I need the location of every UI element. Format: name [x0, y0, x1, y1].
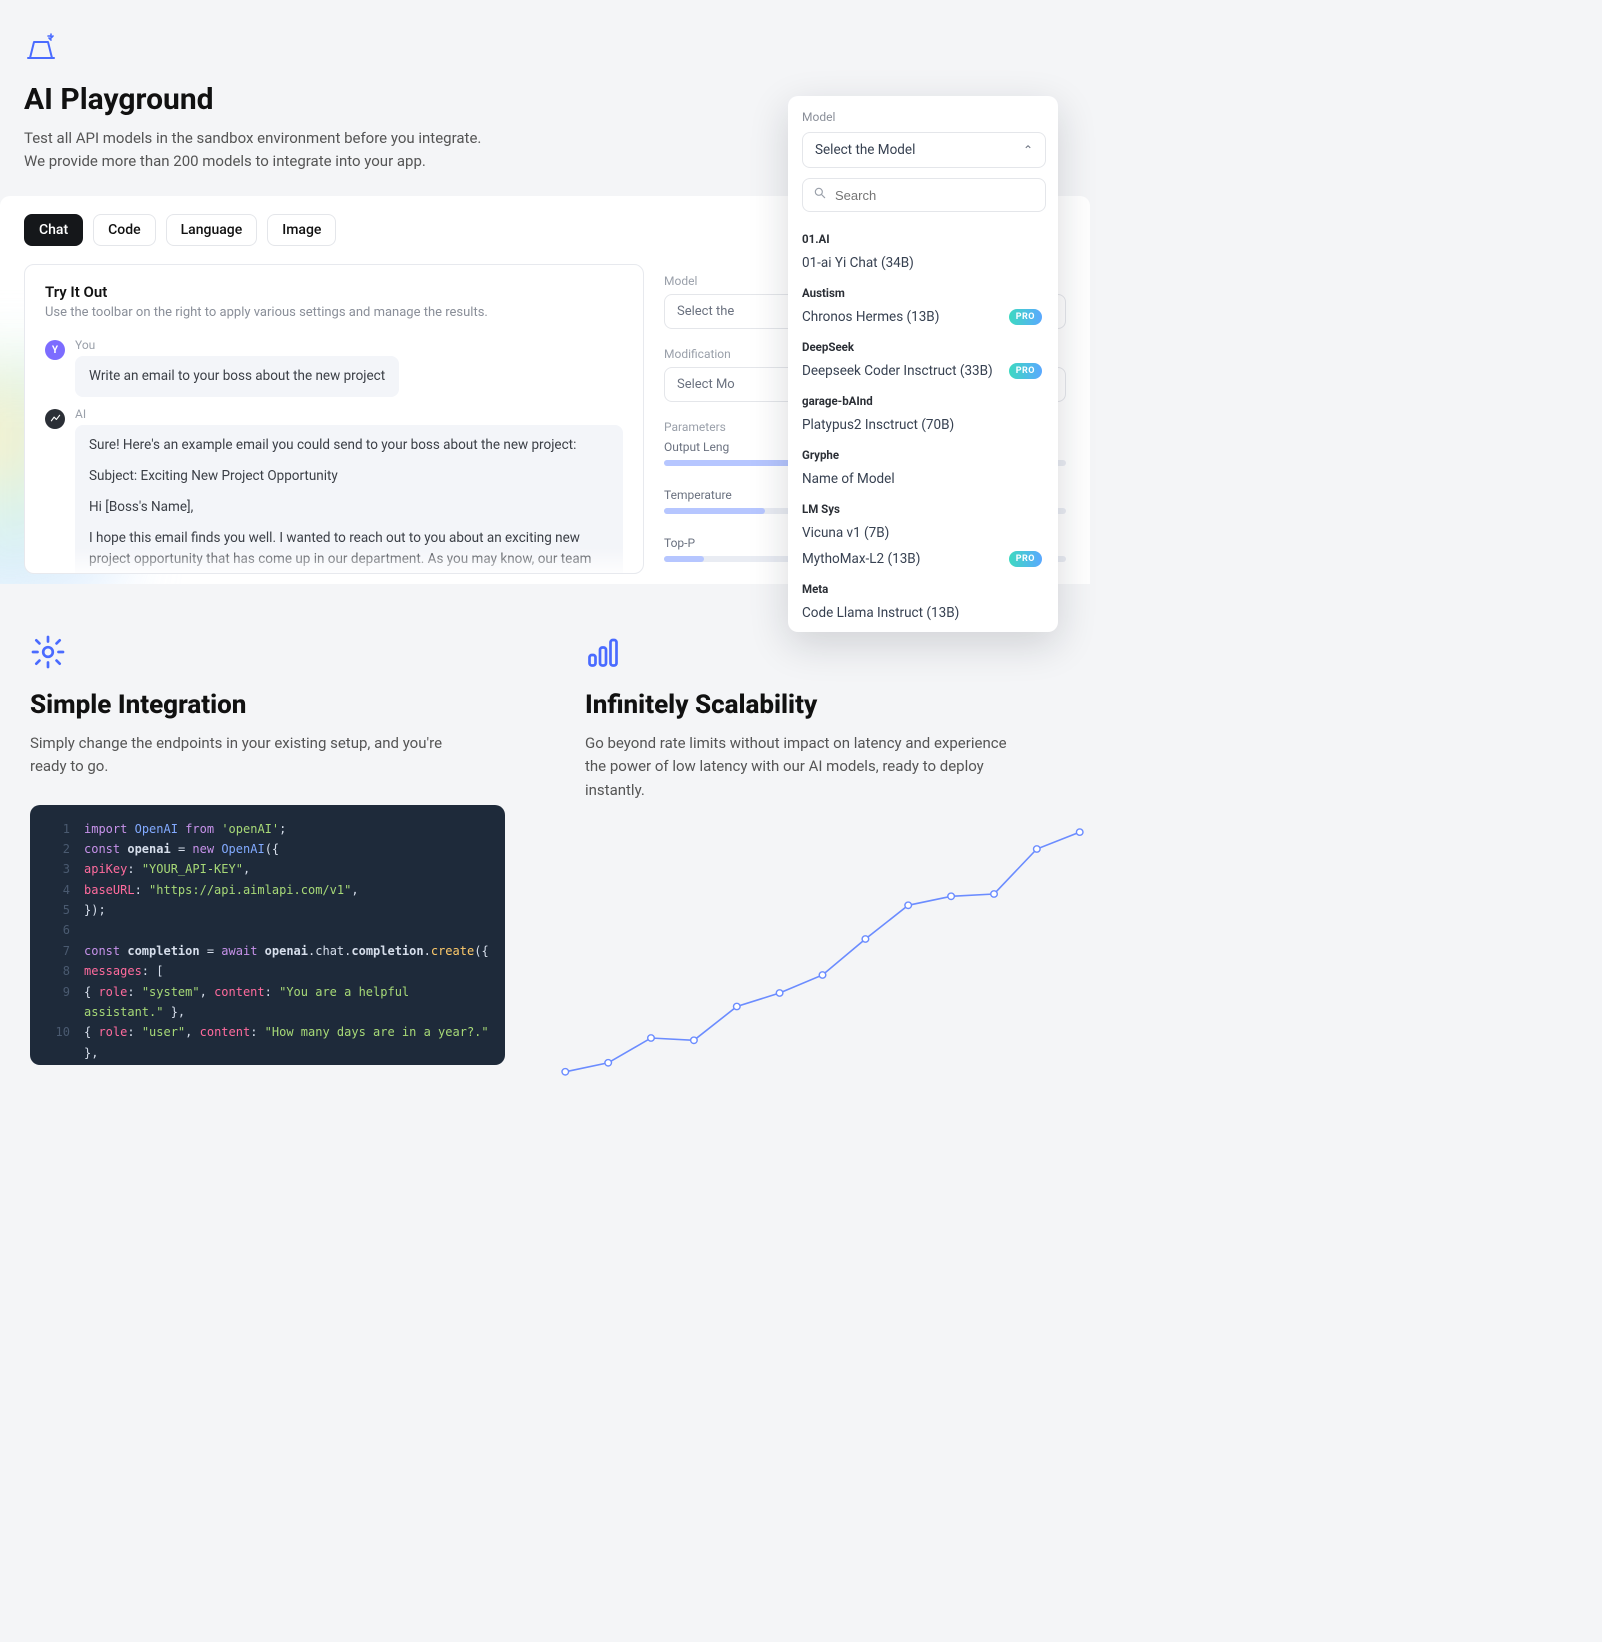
tryit-title: Try It Out	[45, 283, 623, 301]
simple-title: Simple Integration	[30, 690, 505, 720]
model-option[interactable]: Vicuna v1 (7B)	[802, 520, 1042, 546]
pro-badge: PRO	[1009, 309, 1042, 325]
ai-message: Sure! Here's an example email you could …	[75, 425, 623, 574]
user-message: Write an email to your boss about the ne…	[75, 356, 399, 397]
tryit-card: Try It Out Use the toolbar on the right …	[24, 264, 644, 574]
model-select-placeholder: Select the Model	[815, 142, 915, 158]
tab-chat[interactable]: Chat	[24, 214, 83, 246]
tryit-subtitle: Use the toolbar on the right to apply va…	[45, 305, 623, 320]
model-provider: Austism	[802, 286, 1042, 300]
code-line: 6	[46, 920, 489, 940]
code-line: 5});	[46, 900, 489, 920]
model-option[interactable]: MythoMax-L2 (13B)PRO	[802, 546, 1042, 572]
scal-title: Infinitely Scalability	[585, 690, 1060, 720]
model-panel-label: Model	[802, 110, 1046, 124]
model-option[interactable]: Platypus2 Insctruct (70B)	[802, 412, 1042, 438]
model-option[interactable]: Code Llama Instruct (13B)	[802, 600, 1042, 622]
pro-badge: PRO	[1009, 363, 1042, 379]
model-provider: DeepSeek	[802, 340, 1042, 354]
simple-desc: Simply change the endpoints in your exis…	[30, 732, 460, 779]
tab-code[interactable]: Code	[93, 214, 155, 246]
code-line: 11 ],	[46, 1063, 489, 1064]
scalability-card: Infinitely Scalability Go beyond rate li…	[555, 604, 1090, 1084]
code-line: 3 apiKey: "YOUR_API-KEY",	[46, 859, 489, 879]
playground-icon	[24, 32, 1066, 70]
model-provider: garage-bAInd	[802, 394, 1042, 408]
avatar-you: Y	[45, 340, 65, 360]
model-option[interactable]: 01-ai Yi Chat (34B)	[802, 250, 1042, 276]
code-line: 7const completion = await openai.chat.co…	[46, 941, 489, 961]
chevron-up-icon: ⌃	[1023, 143, 1033, 157]
model-option[interactable]: Deepseek Coder Insctruct (33B)PRO	[802, 358, 1042, 384]
scalability-chart	[555, 794, 1090, 1084]
model-list[interactable]: 01.AI 01-ai Yi Chat (34B) Austism Chronos H…	[802, 222, 1046, 622]
model-provider: 01.AI	[802, 232, 1042, 246]
scal-desc: Go beyond rate limits without impact on …	[585, 732, 1015, 802]
gear-icon	[30, 634, 505, 674]
model-select-head[interactable]: Select the Model ⌃	[802, 132, 1046, 168]
hero-section: AI Playground Test all API models in the…	[0, 0, 1090, 196]
code-line: 9 { role: "system", content: "You are a …	[46, 982, 489, 1023]
model-option[interactable]: Name of Model	[802, 466, 1042, 492]
model-search-box[interactable]	[802, 178, 1046, 212]
simple-integration-card: Simple Integration Simply change the end…	[0, 604, 535, 1084]
code-line: 1import OpenAI from 'openAI';	[46, 819, 489, 839]
search-icon	[813, 186, 827, 204]
avatar-ai	[45, 409, 65, 429]
model-option[interactable]: Chronos Hermes (13B)PRO	[802, 304, 1042, 330]
sender-you-label: You	[75, 338, 623, 352]
model-provider: LM Sys	[802, 502, 1042, 516]
code-line: 4 baseURL: "https://api.aimlapi.com/v1",	[46, 880, 489, 900]
bars-icon	[585, 634, 1060, 674]
tab-language[interactable]: Language	[166, 214, 258, 246]
code-sample: 1import OpenAI from 'openAI';2const open…	[30, 805, 505, 1065]
model-provider: Gryphe	[802, 448, 1042, 462]
code-line: 10 { role: "user", content: "How many da…	[46, 1022, 489, 1063]
sender-ai-label: AI	[75, 407, 623, 421]
model-provider: Meta	[802, 582, 1042, 596]
tab-image[interactable]: Image	[267, 214, 336, 246]
model-select-panel: Model Select the Model ⌃ 01.AI 01-ai Yi C…	[788, 96, 1058, 632]
model-search-input[interactable]	[835, 188, 1035, 203]
pro-badge: PRO	[1009, 551, 1042, 567]
code-line: 8 messages: [	[46, 961, 489, 981]
code-line: 2const openai = new OpenAI({	[46, 839, 489, 859]
